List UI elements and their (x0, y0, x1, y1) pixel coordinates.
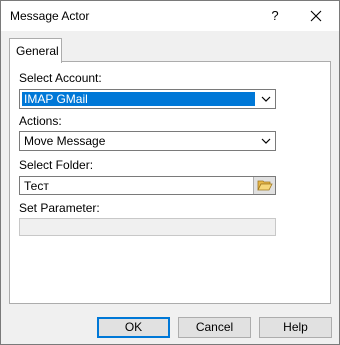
folder-value: Тест (24, 179, 49, 193)
ok-button[interactable]: OK (97, 317, 170, 338)
account-value: IMAP GMail (22, 92, 255, 106)
help-icon[interactable]: ? (265, 6, 285, 26)
actions-select[interactable]: Move Message (19, 131, 276, 151)
title-bar[interactable]: Message Actor ? (1, 1, 339, 31)
account-label: Select Account: (19, 71, 102, 85)
parameter-label: Set Parameter: (19, 201, 100, 215)
cancel-button[interactable]: Cancel (178, 317, 251, 338)
tab-general[interactable]: General (9, 38, 62, 63)
dialog-window: Message Actor ? General Select Account: … (0, 0, 340, 345)
close-button[interactable] (301, 4, 331, 28)
actions-value: Move Message (24, 134, 106, 148)
folder-label: Select Folder: (19, 158, 94, 172)
account-select[interactable]: IMAP GMail (19, 89, 276, 109)
chevron-down-icon[interactable] (259, 136, 273, 146)
window-title: Message Actor (10, 9, 90, 23)
parameter-field (19, 218, 276, 236)
tab-general-label: General (16, 44, 59, 58)
folder-field[interactable]: Тест (19, 176, 276, 195)
chevron-down-icon[interactable] (259, 94, 273, 104)
folder-open-icon (257, 180, 273, 191)
actions-label: Actions: (19, 114, 62, 128)
help-button[interactable]: Help (259, 317, 332, 338)
browse-folder-button[interactable] (253, 177, 275, 194)
close-icon (310, 10, 322, 22)
